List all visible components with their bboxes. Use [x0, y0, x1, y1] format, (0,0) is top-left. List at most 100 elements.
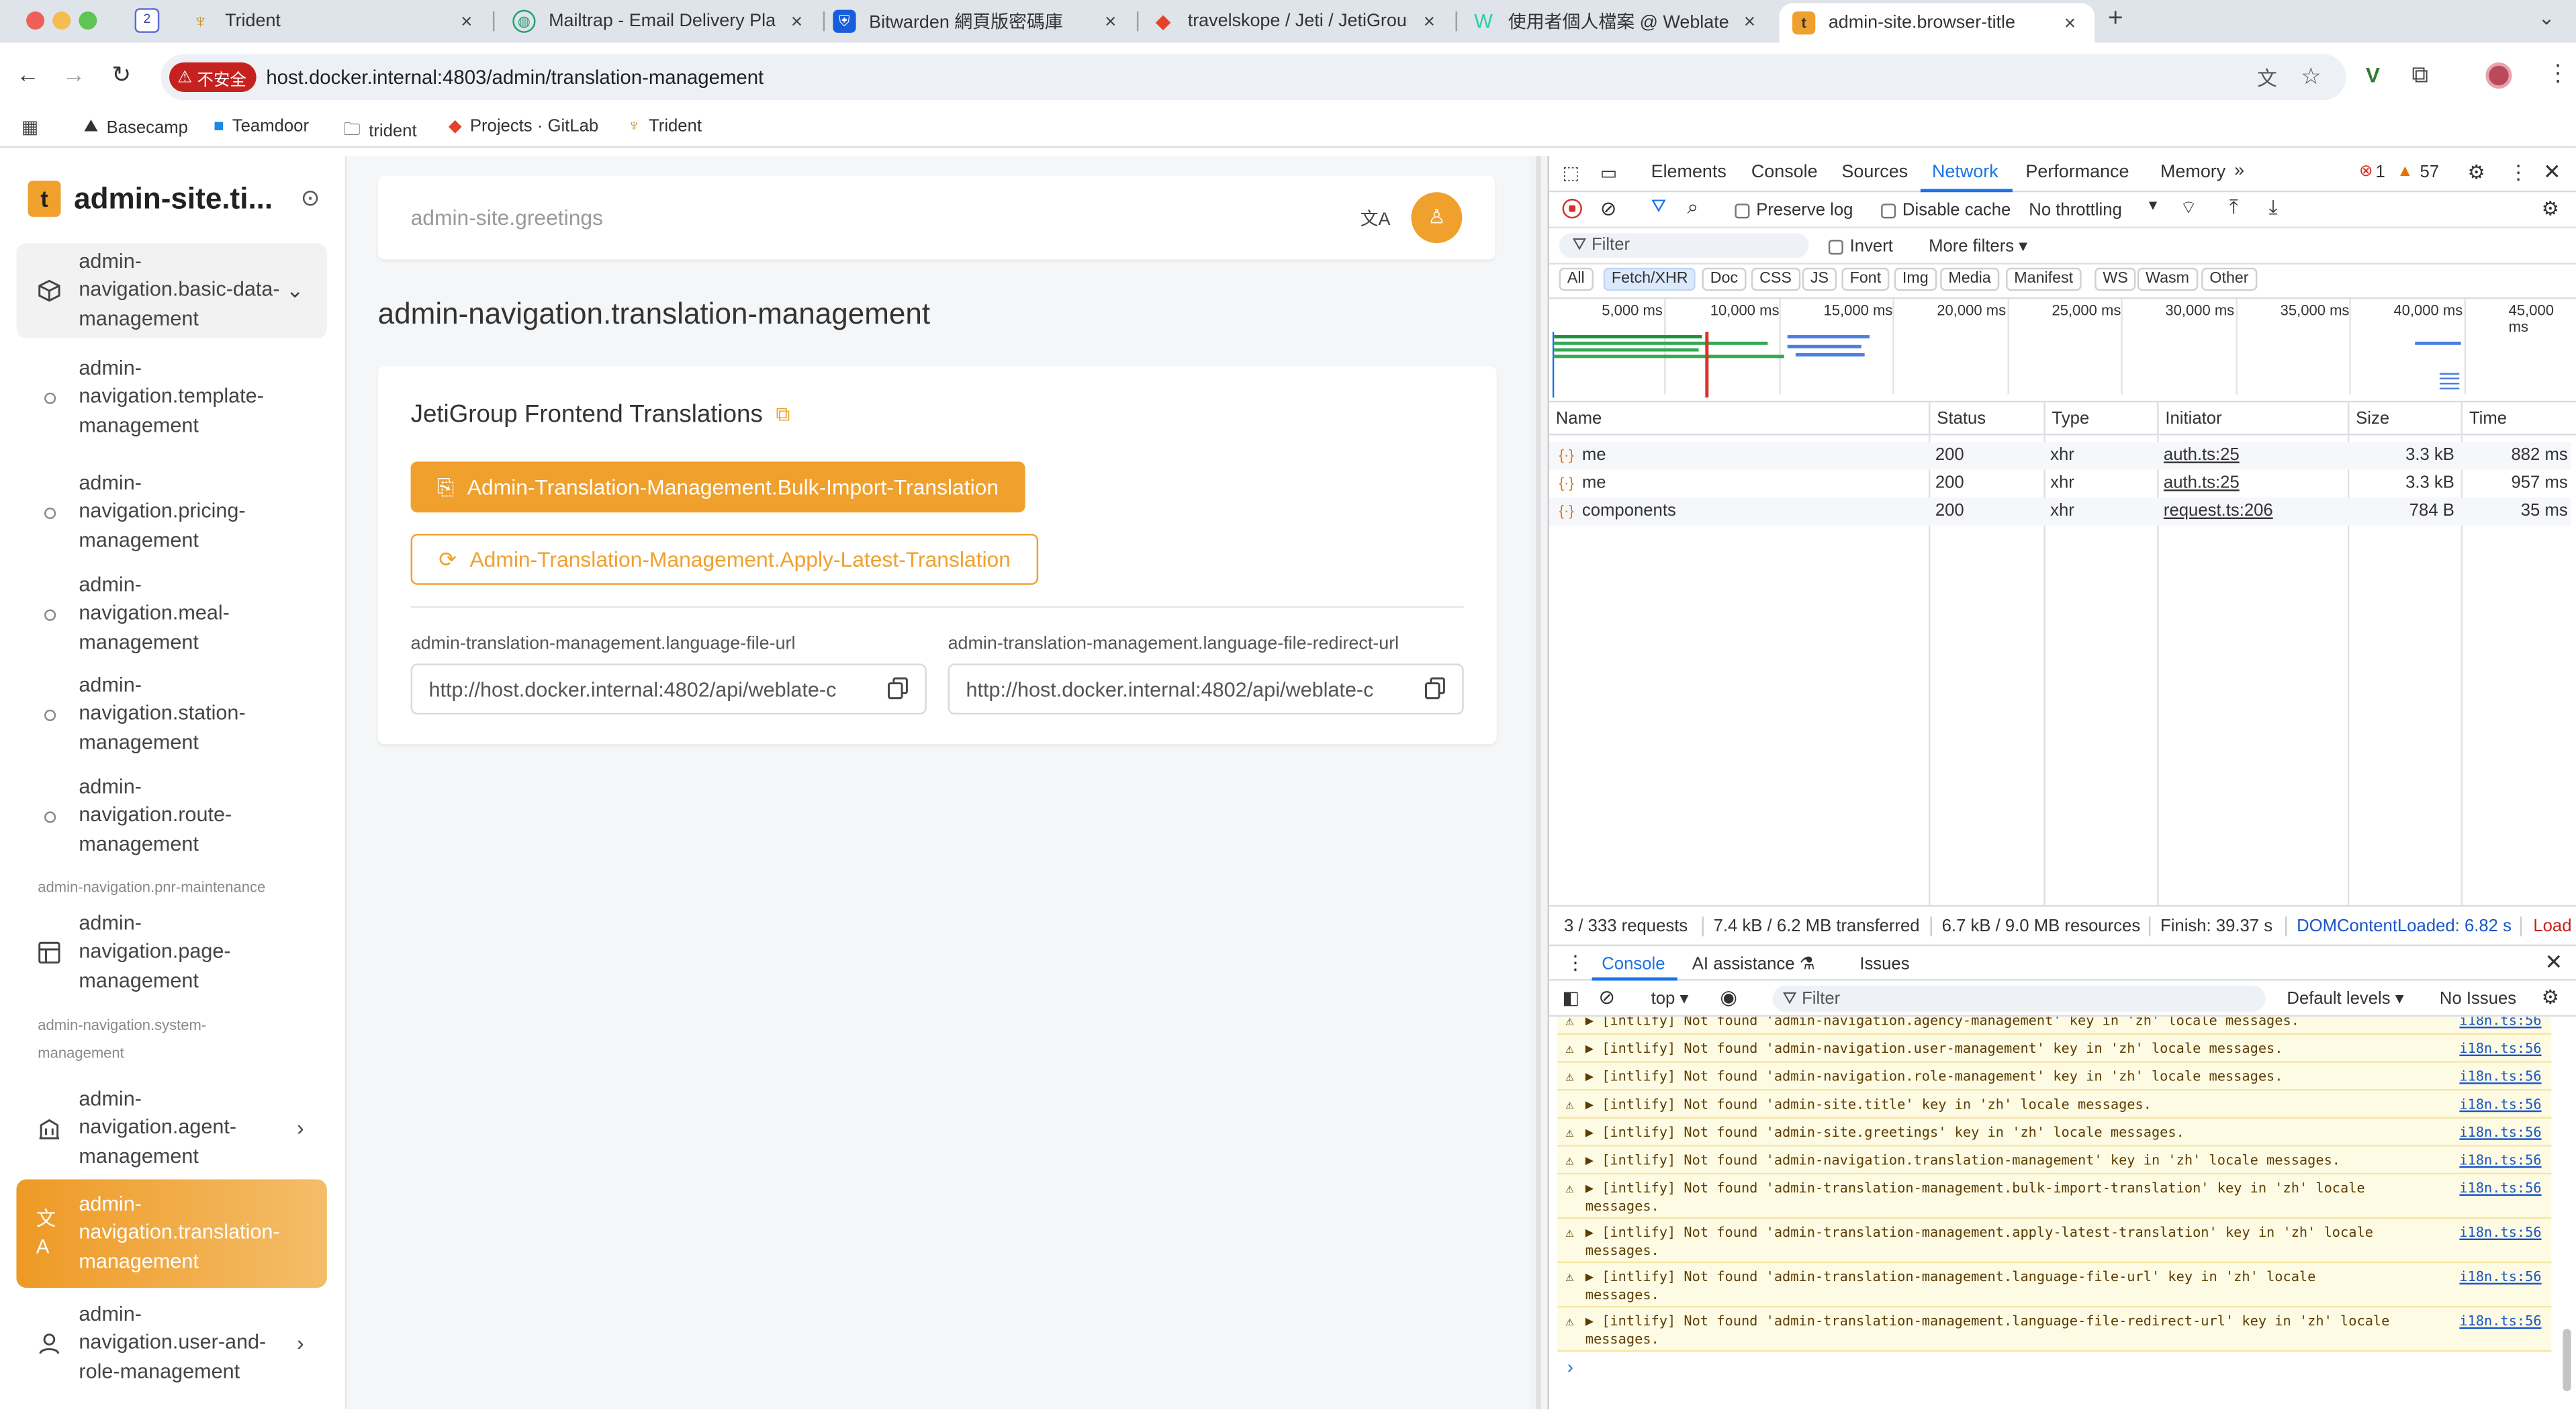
close-tab-icon[interactable]: × [1738, 10, 1761, 33]
language-file-url-input[interactable]: http://host.docker.internal:4802/api/web… [410, 663, 927, 715]
type-filter-wasm[interactable]: Wasm [2137, 267, 2198, 291]
message-source-link[interactable]: i18n.ts:56 [2459, 1180, 2541, 1197]
bookmark-basecamp[interactable]: ⛰ Basecamp [84, 117, 188, 138]
clear-icon[interactable]: ⊘ [1600, 197, 1617, 220]
sidebar-item-route-management[interactable]: admin-navigation.route-management [16, 775, 326, 855]
log-levels-dropdown[interactable]: Default levels ▾ [2287, 989, 2403, 1008]
console-filter-input[interactable]: ⛛ Filter [1772, 985, 2266, 1012]
sidebar-item-station-management[interactable]: admin-navigation.station-management [16, 672, 326, 757]
security-warning-chip[interactable]: ⚠ 不安全 [169, 62, 257, 92]
table-row[interactable]: {·} components 200 xhr request.ts:206 78… [1549, 498, 2571, 526]
devtools-tab-sources[interactable]: Sources [1841, 162, 1908, 182]
type-filter-css[interactable]: CSS [1751, 267, 1800, 291]
drawer-tab-console[interactable]: Console [1602, 954, 1665, 974]
reload-icon[interactable]: ↻ [111, 61, 131, 89]
devtools-menu-icon[interactable]: ⋮ [2509, 161, 2528, 184]
type-filter-doc[interactable]: Doc [1702, 267, 1747, 291]
sidebar-item-meal-management[interactable]: admin-navigation.meal-management [16, 573, 326, 653]
console-scrollbar[interactable] [2563, 1329, 2571, 1392]
column-header-status[interactable]: Status [1929, 402, 1986, 436]
message-source-link[interactable]: i18n.ts:56 [2459, 1313, 2541, 1330]
device-toolbar-icon[interactable]: ▭ [1600, 162, 1617, 184]
column-header-type[interactable]: Type [2043, 402, 2089, 436]
message-source-link[interactable]: i18n.ts:56 [2459, 1152, 2541, 1169]
console-warning[interactable]: ⚠ ▶ [intlify] Not found 'admin-site.title… [1557, 1090, 2552, 1119]
devtools-tab-performance[interactable]: Performance [2025, 162, 2129, 182]
inspect-element-icon[interactable]: ⬚ [1563, 162, 1579, 184]
more-filters-dropdown[interactable]: More filters ▾ [1929, 236, 2027, 256]
type-filter-img[interactable]: Img [1894, 267, 1937, 291]
type-filter-all[interactable]: All [1559, 267, 1593, 291]
devtools-tab-console[interactable]: Console [1751, 162, 1818, 182]
close-tab-icon[interactable]: × [2058, 11, 2081, 34]
console-warning[interactable]: ⚠ ▶ [intlify] Not found 'admin-translatio… [1557, 1263, 2552, 1308]
message-source-link[interactable]: i18n.ts:56 [2459, 1068, 2541, 1085]
column-header-time[interactable]: Time [2460, 402, 2507, 436]
filter-funnel-icon[interactable]: ⛛ [1651, 197, 1667, 219]
close-drawer-icon[interactable]: ✕ [2544, 949, 2563, 976]
message-source-link[interactable]: i18n.ts:56 [2459, 1017, 2541, 1029]
console-warning[interactable]: ⚠ ▶ [intlify] Not found 'admin-site.greet… [1557, 1118, 2552, 1147]
console-warning[interactable]: ⚠ ▶ [intlify] Not found 'admin-translatio… [1557, 1174, 2552, 1219]
devtools-tab-network[interactable]: Network [1932, 162, 1998, 182]
browser-tab-active[interactable]: t admin-site.browser-title × [1779, 3, 2095, 43]
close-window-button[interactable] [26, 11, 45, 30]
preserve-log-checkbox[interactable]: Preserve log [1735, 200, 1853, 220]
drawer-tab-issues[interactable]: Issues [1859, 954, 1909, 974]
console-warning[interactable]: ⚠ ▶ [intlify] Not found 'admin-navigation… [1557, 1146, 2552, 1175]
request-initiator-link[interactable]: auth.ts:25 [2164, 442, 2240, 470]
copy-icon[interactable] [1424, 677, 1446, 700]
sidebar-item-agent-management[interactable]: admin-navigation.agent-management › [16, 1086, 326, 1171]
network-overview-timeline[interactable]: 5,000 ms 10,000 ms 15,000 ms 20,000 ms 2… [1549, 297, 2576, 403]
type-filter-ws[interactable]: WS [2095, 267, 2137, 291]
vue-devtools-icon[interactable]: V [2366, 62, 2380, 87]
clear-console-icon[interactable]: ⊘ [1598, 986, 1615, 1008]
profile-avatar[interactable] [2485, 62, 2512, 89]
sidebar-item-translation-management[interactable]: 文A admin-navigation.translation-manageme… [16, 1179, 327, 1288]
bookmark-folder-trident[interactable]: 🗀 trident [343, 117, 416, 146]
console-warning[interactable]: ⚠ ▶ [intlify] Not found 'admin-translatio… [1557, 1307, 2552, 1352]
devtools-resize-handle[interactable] [1529, 156, 1548, 1410]
issues-counter[interactable]: No Issues [2440, 989, 2516, 1008]
more-tabs-icon[interactable]: » [2234, 161, 2244, 181]
bookmark-teamdoor[interactable]: ■ Teamdoor [214, 117, 309, 136]
maximize-window-button[interactable] [79, 11, 97, 30]
message-source-link[interactable]: i18n.ts:56 [2459, 1268, 2541, 1286]
drawer-menu-icon[interactable]: ⋮ [1565, 951, 1585, 974]
extensions-icon[interactable]: ⧉ [2411, 61, 2428, 89]
table-row[interactable]: {·} me 200 xhr auth.ts:25 3.3 kB 882 ms [1549, 442, 2571, 470]
brand[interactable]: t admin-site.ti... [28, 181, 273, 217]
type-filter-manifest[interactable]: Manifest [2006, 267, 2082, 291]
devtools-tab-memory[interactable]: Memory [2160, 162, 2225, 182]
forward-icon[interactable]: → [62, 61, 85, 87]
close-tab-icon[interactable]: × [785, 10, 808, 33]
column-header-name[interactable]: Name [1549, 402, 1602, 435]
table-row[interactable]: {·} me 200 xhr auth.ts:25 3.3 kB 957 ms [1549, 470, 2571, 498]
external-link-icon[interactable]: ⧉ [776, 402, 790, 427]
console-warning[interactable]: ⚠ ▶ [intlify] Not found 'admin-translatio… [1557, 1219, 2552, 1264]
address-bar[interactable]: ⚠ 不安全 host.docker.internal:4803/admin/tr… [160, 54, 2346, 101]
warning-count[interactable]: 57 [2420, 162, 2440, 182]
type-filter-media[interactable]: Media [1940, 267, 1999, 291]
browser-menu-icon[interactable]: ⋮ [2546, 59, 2569, 87]
bookmark-gitlab[interactable]: ◆ Projects · GitLab [449, 117, 598, 136]
import-har-icon[interactable]: ⤒ [2229, 195, 2238, 220]
error-count[interactable]: 1 [2375, 162, 2385, 182]
console-settings-icon[interactable]: ⚙ [2542, 986, 2559, 1008]
user-avatar[interactable]: ♙ [1411, 192, 1463, 244]
sidebar-item-user-and-role-management[interactable]: admin-navigation.user-and-role-managemen… [16, 1301, 326, 1386]
type-filter-js[interactable]: JS [1802, 267, 1837, 291]
message-source-link[interactable]: i18n.ts:56 [2459, 1224, 2541, 1241]
sidebar-item-pricing-management[interactable]: admin-navigation.pricing-management [16, 470, 326, 555]
calendar-icon[interactable]: 2 [134, 8, 160, 33]
settings-gear-icon[interactable]: ⚙ [2467, 161, 2485, 184]
network-filter-input[interactable]: ⛛ Filter [1559, 233, 1809, 258]
invert-checkbox[interactable]: Invert [1828, 236, 1893, 256]
close-devtools-icon[interactable]: ✕ [2543, 159, 2561, 185]
message-source-link[interactable]: i18n.ts:56 [2459, 1040, 2541, 1058]
url-text[interactable]: host.docker.internal:4803/admin/translat… [266, 66, 764, 89]
throttling-select[interactable]: No throttling [2029, 200, 2122, 220]
apply-latest-button[interactable]: ⟳ Admin-Translation-Management.Apply-Lat… [410, 534, 1039, 585]
browser-tab[interactable]: ◆ travelskope / Jeti / JetiGroup × [1138, 3, 1454, 40]
bookmark-star-icon[interactable]: ☆ [2301, 62, 2321, 91]
